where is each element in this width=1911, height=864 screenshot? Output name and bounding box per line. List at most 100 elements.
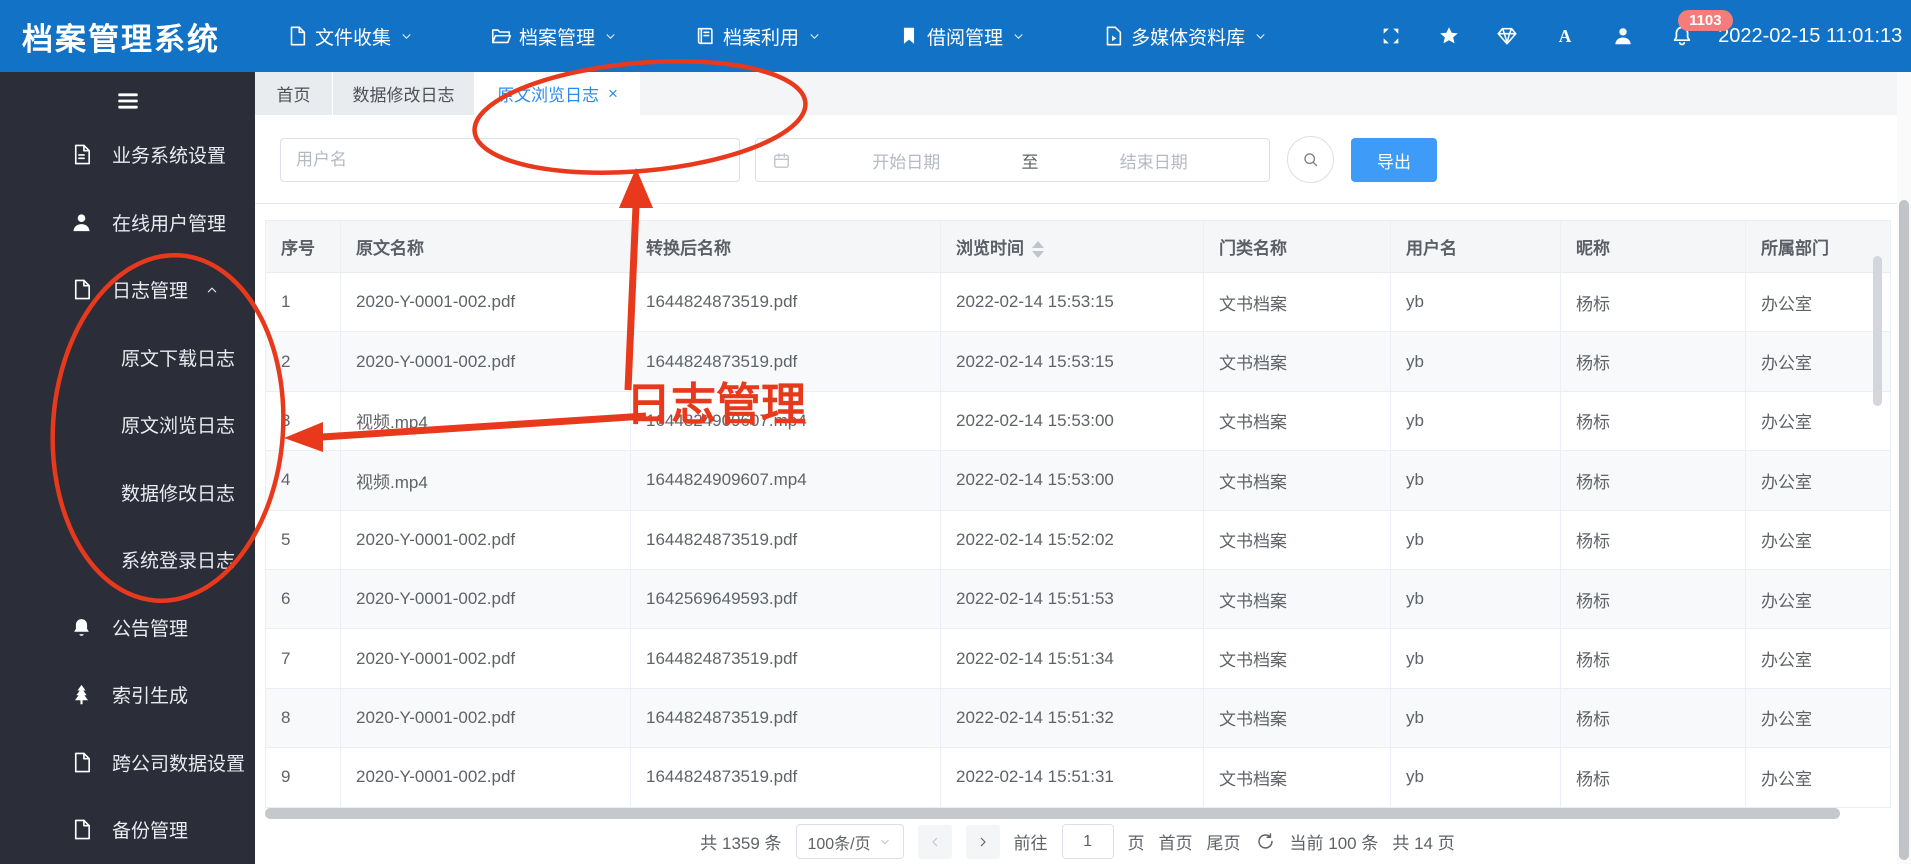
table-row: 7 2020-Y-0001-002.pdf 1644824873519.pdf 202… — [265, 628, 1891, 689]
next-page-button[interactable] — [965, 824, 1000, 859]
sidebar-item-data-modify-log[interactable]: 数据修改日志 — [0, 459, 255, 527]
sidebar-item-original-view-log[interactable]: 原文浏览日志 — [0, 391, 255, 459]
col-header-department: 所属部门 — [1745, 220, 1891, 273]
sidebar-item-cross-company[interactable]: 跨公司数据设置 — [0, 729, 255, 797]
sidebar-item-label: 索引生成 — [112, 686, 189, 708]
export-button[interactable]: 导出 — [1351, 138, 1437, 182]
log-table: 序号 原文名称 转换后名称 浏览时间 门类名称 用户名 昵称 所属部门 1 202… — [265, 220, 1891, 808]
bell-icon — [73, 618, 90, 637]
media-file-icon — [1106, 26, 1122, 46]
search-icon — [1304, 153, 1318, 167]
sidebar-item-label: 业务系统设置 — [112, 146, 227, 168]
username-input[interactable] — [280, 138, 740, 182]
sidebar-item-label: 在线用户管理 — [112, 213, 227, 235]
sidebar-item-label: 跨公司数据设置 — [112, 753, 246, 775]
bookmark-icon — [903, 26, 915, 45]
sidebar-item-announcement[interactable]: 公告管理 — [0, 594, 255, 662]
page-number-input[interactable] — [1061, 824, 1114, 859]
table-horizontal-scrollbar[interactable] — [265, 808, 1840, 819]
nav-item-archive-utilization[interactable]: 档案利用 — [694, 23, 822, 50]
prev-page-button[interactable] — [917, 824, 952, 859]
folder-open-icon — [491, 29, 512, 44]
date-range-input[interactable]: 开始日期 至 结束日期 — [755, 138, 1270, 182]
sidebar-item-label: 数据修改日志 — [120, 483, 235, 505]
star-icon[interactable] — [1438, 25, 1460, 47]
sidebar-item-backup[interactable]: 备份管理 — [0, 796, 255, 864]
font-size-icon[interactable] — [1554, 25, 1576, 47]
col-header-username: 用户名 — [1390, 220, 1561, 273]
tab-label: 原文浏览日志 — [497, 86, 600, 105]
table-row: 3 视频.mp4 1644824909607.mp4 2022-02-14 15:53… — [265, 391, 1891, 452]
first-page-link[interactable]: 首页 — [1159, 829, 1193, 854]
tab-data-modify-log[interactable]: 数据修改日志 — [333, 72, 475, 115]
tree-icon — [74, 684, 89, 706]
nav-item-label: 档案管理 — [519, 27, 596, 49]
file-icon — [74, 819, 90, 840]
tab-bar: 首页 数据修改日志 原文浏览日志 × — [255, 72, 1897, 115]
main-content: 首页 数据修改日志 原文浏览日志 × 开始日期 至 结束日期 导出 — [255, 72, 1897, 864]
sidebar-item-system-login-log[interactable]: 系统登录日志 — [0, 526, 255, 594]
chevron-left-icon — [931, 837, 937, 846]
table-row: 1 2020-Y-0001-002.pdf 1644824873519.pdf 202… — [265, 272, 1891, 333]
book-icon — [697, 27, 713, 45]
tab-label: 数据修改日志 — [352, 86, 455, 105]
pdf-file-icon — [74, 279, 90, 300]
notification-badge: 1103 — [1678, 10, 1733, 31]
total-count: 共 1359 条 — [700, 834, 782, 853]
gem-icon[interactable] — [1496, 25, 1518, 47]
sidebar-item-business-settings[interactable]: 业务系统设置 — [0, 121, 255, 189]
fullscreen-icon[interactable] — [1380, 25, 1402, 47]
start-date-placeholder[interactable]: 开始日期 — [791, 148, 1022, 173]
col-header-original-name: 原文名称 — [340, 220, 631, 273]
sidebar-item-label: 备份管理 — [112, 821, 189, 843]
page-size-select[interactable]: 100条/页 — [795, 824, 904, 859]
user-icon[interactable] — [1612, 25, 1634, 47]
tab-home[interactable]: 首页 — [255, 72, 333, 115]
sort-icon[interactable] — [1032, 241, 1044, 259]
sidebar-item-online-users[interactable]: 在线用户管理 — [0, 189, 255, 257]
datetime-display: 2022-02-15 11:01:13 — [1718, 24, 1903, 47]
col-header-view-time[interactable]: 浏览时间 — [940, 220, 1204, 273]
chevron-down-icon — [810, 33, 819, 39]
sidebar-item-index-generation[interactable]: 索引生成 — [0, 661, 255, 729]
pdf-file-icon — [290, 26, 306, 46]
col-header-index: 序号 — [265, 220, 341, 273]
refresh-icon[interactable] — [1255, 831, 1276, 852]
end-date-placeholder[interactable]: 结束日期 — [1039, 148, 1270, 173]
table-row: 2 2020-Y-0001-002.pdf 1644824873519.pdf 202… — [265, 331, 1891, 392]
top-toolbar: 1103 2022-02-15 11:01:13 你好 杨标 — [1344, 10, 1911, 50]
sidebar-collapse-button[interactable] — [0, 72, 255, 121]
sidebar-item-label: 系统登录日志 — [120, 551, 235, 573]
table-vertical-scrollbar[interactable] — [1873, 256, 1882, 406]
search-button[interactable] — [1287, 136, 1334, 183]
section-divider — [255, 203, 1897, 204]
search-toolbar: 开始日期 至 结束日期 导出 — [255, 136, 1897, 183]
page-scrollbar[interactable] — [1897, 72, 1911, 864]
chevron-down-icon — [1014, 33, 1023, 39]
last-page-link[interactable]: 尾页 — [1207, 829, 1241, 854]
chevron-down-icon — [402, 33, 411, 39]
sidebar-item-original-download-log[interactable]: 原文下载日志 — [0, 324, 255, 392]
current-count: 当前 100 条 — [1289, 834, 1379, 853]
nav-item-file-collection[interactable]: 文件收集 — [286, 23, 414, 50]
col-header-nickname: 昵称 — [1560, 220, 1746, 273]
table-row: 5 2020-Y-0001-002.pdf 1644824873519.pdf 202… — [265, 510, 1891, 570]
sidebar-item-log-management[interactable]: 日志管理 — [0, 256, 255, 324]
table-row: 4 视频.mp4 1644824909607.mp4 2022-02-14 15:53… — [265, 450, 1891, 511]
page-scrollbar-thumb[interactable] — [1899, 200, 1909, 860]
nav-item-multimedia-library[interactable]: 多媒体资料库 — [1102, 23, 1268, 50]
nav-item-archive-management[interactable]: 档案管理 — [490, 23, 618, 50]
document-icon — [74, 144, 90, 165]
nav-item-borrow-management[interactable]: 借阅管理 — [898, 23, 1026, 50]
user-icon — [72, 213, 91, 232]
sidebar-item-label: 日志管理 — [112, 281, 189, 303]
sidebar: 业务系统设置 在线用户管理 日志管理 原文下载日志 原文浏览日志 数据修改日志 … — [0, 72, 255, 864]
chevron-up-icon — [207, 287, 217, 293]
nav-item-label: 多媒体资料库 — [1131, 27, 1246, 49]
chevron-down-icon — [880, 839, 889, 844]
tab-original-view-log[interactable]: 原文浏览日志 × — [475, 72, 640, 115]
notification-bell[interactable]: 1103 — [1670, 10, 1733, 48]
nav-item-label: 文件收集 — [315, 27, 392, 49]
close-icon[interactable]: × — [608, 85, 618, 102]
app-title: 档案管理系统 — [22, 21, 220, 57]
